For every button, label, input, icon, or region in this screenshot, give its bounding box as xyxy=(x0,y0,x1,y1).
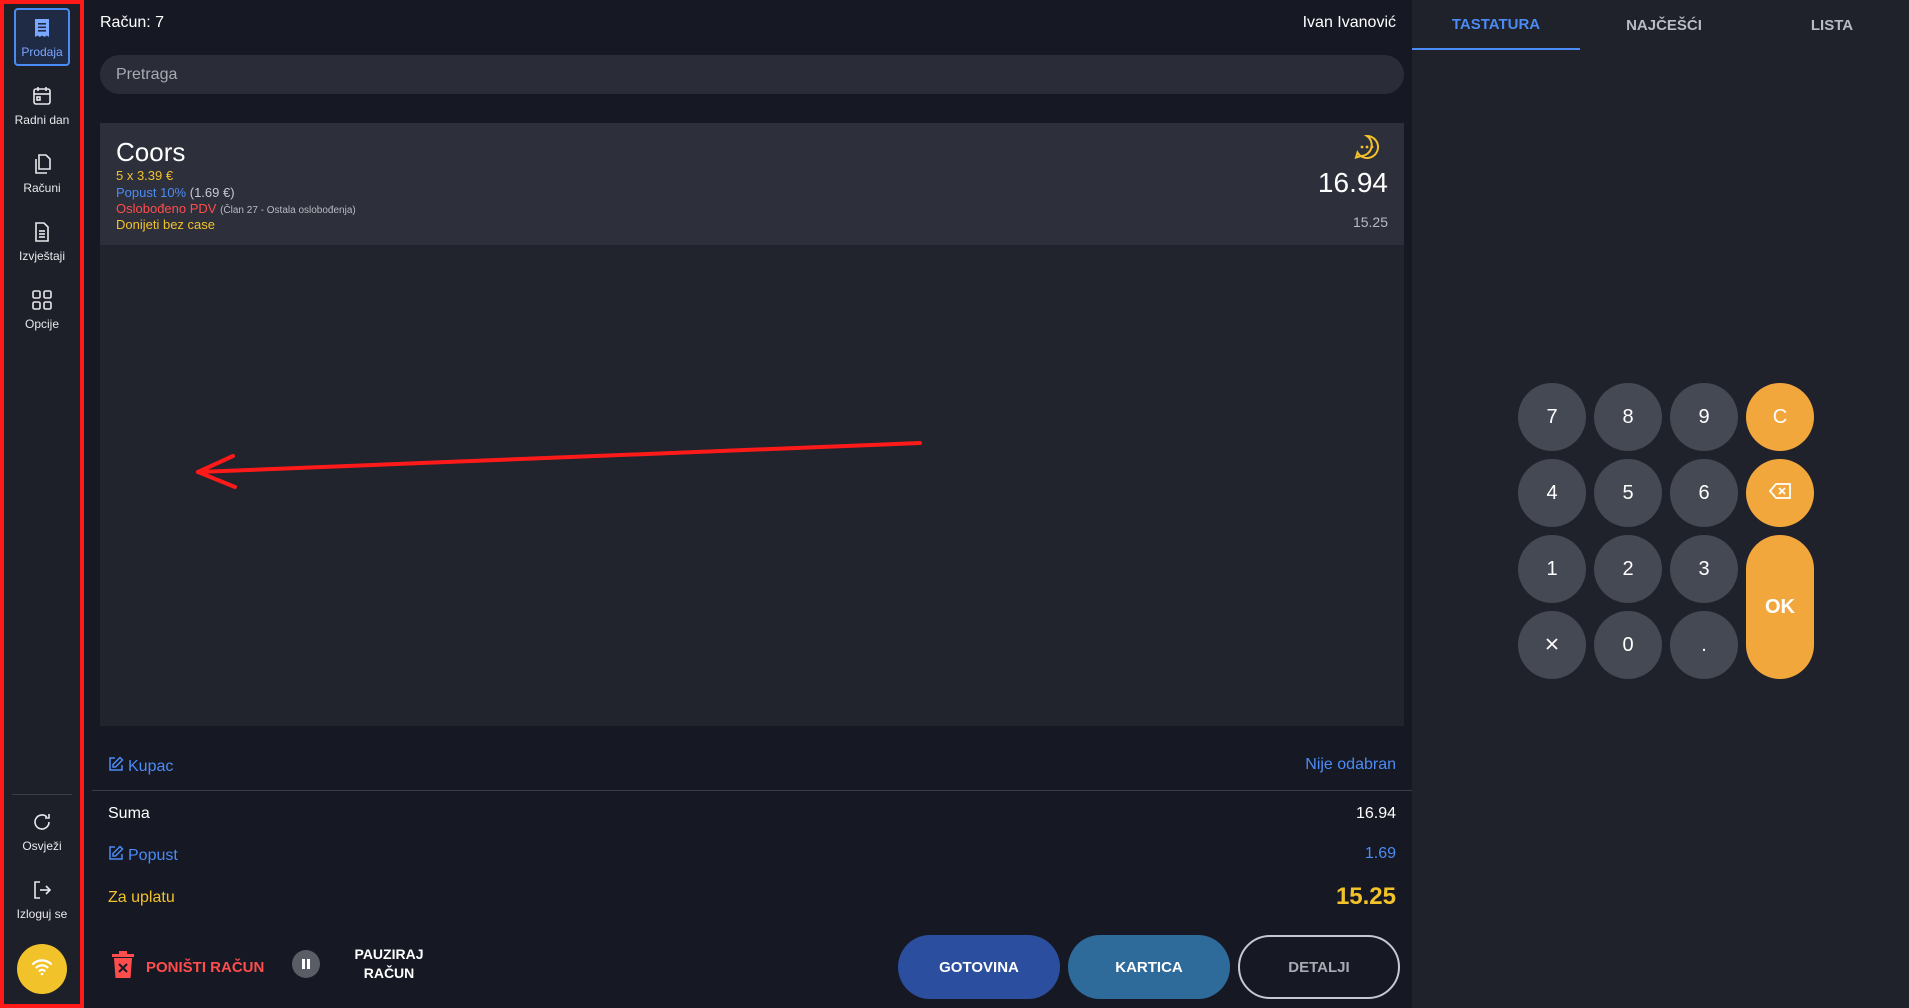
calendar-icon xyxy=(29,83,55,109)
nav-item-radni-dan[interactable]: Radni dan xyxy=(14,76,70,134)
nav-label: Osvježi xyxy=(22,839,62,853)
key-0[interactable]: 0 xyxy=(1594,611,1662,679)
nav-label: Opcije xyxy=(24,317,59,331)
nav-item-prodaja[interactable]: Prodaja xyxy=(14,8,70,66)
nav-item-osvjezi[interactable]: Osvježi xyxy=(14,802,70,860)
tab-najcesci[interactable]: NAJČEŠĆI xyxy=(1580,0,1748,50)
nav-label: Izloguj se xyxy=(16,907,68,921)
nav-label: Izvještaji xyxy=(18,249,65,263)
customer-label: Kupac xyxy=(128,757,174,775)
edit-icon xyxy=(108,845,124,866)
card-button[interactable]: KARTICA xyxy=(1068,935,1230,999)
amount-due-value: 15.25 xyxy=(1335,883,1396,910)
refresh-icon xyxy=(29,809,55,835)
right-panel: TASTATURA NAJČEŠĆI LISTA 7 8 9 C 4 5 6 1… xyxy=(1412,0,1909,1008)
logout-icon xyxy=(29,877,55,903)
trash-icon xyxy=(110,950,136,984)
sidebar-divider xyxy=(12,794,72,795)
main-area: Račun: 7 Ivan Ivanović Coors 5 x 3.39 € … xyxy=(92,0,1412,1008)
cash-button[interactable]: GOTOVINA xyxy=(898,935,1060,999)
cancel-receipt-label: PONIŠTI RAČUN xyxy=(146,958,265,976)
key-decimal[interactable]: . xyxy=(1670,611,1738,679)
key-backspace[interactable] xyxy=(1746,459,1814,527)
wifi-status-button[interactable] xyxy=(17,944,67,994)
nav-label: Radni dan xyxy=(14,113,70,127)
divider xyxy=(92,790,1412,791)
customer-button[interactable]: Kupac xyxy=(108,756,173,777)
nav-item-racuni[interactable]: Računi xyxy=(14,144,70,202)
annotation-arrow xyxy=(196,441,922,489)
key-multiply[interactable] xyxy=(1518,611,1586,679)
report-icon xyxy=(29,219,55,245)
discount-label: Popust xyxy=(128,846,178,864)
nav-item-izvjestaji[interactable]: Izvještaji xyxy=(14,212,70,270)
sidebar: Prodaja Radni dan Računi Izvještaji Opci… xyxy=(0,0,84,1008)
key-8[interactable]: 8 xyxy=(1594,383,1662,451)
nav-item-opcije[interactable]: Opcije xyxy=(14,280,70,338)
key-clear[interactable]: C xyxy=(1746,383,1814,451)
key-4[interactable]: 4 xyxy=(1518,459,1586,527)
key-6[interactable]: 6 xyxy=(1670,459,1738,527)
search-input[interactable] xyxy=(100,55,1404,94)
details-button[interactable]: DETALJI xyxy=(1238,935,1400,999)
nav-label: Računi xyxy=(23,181,61,195)
key-2[interactable]: 2 xyxy=(1594,535,1662,603)
key-9[interactable]: 9 xyxy=(1670,383,1738,451)
pause-receipt-button[interactable]: PAUZIRAJ RAČUN xyxy=(292,945,434,983)
user-name: Ivan Ivanović xyxy=(1302,14,1396,31)
discount-value: 1.69 xyxy=(1364,845,1396,862)
discount-button[interactable]: Popust xyxy=(108,845,178,866)
receipt-number: Račun: 7 xyxy=(100,14,165,31)
sum-value: 16.94 xyxy=(1355,805,1396,822)
receipt-icon xyxy=(29,15,55,41)
pause-line-2: RAČUN xyxy=(363,965,415,981)
nav-label: Prodaja xyxy=(21,45,63,59)
close-icon xyxy=(1545,634,1559,657)
tab-lista[interactable]: LISTA xyxy=(1748,0,1909,50)
tab-tastatura[interactable]: TASTATURA xyxy=(1412,0,1580,50)
key-ok[interactable]: OK xyxy=(1746,535,1814,679)
key-1[interactable]: 1 xyxy=(1518,535,1586,603)
key-5[interactable]: 5 xyxy=(1594,459,1662,527)
pause-icon xyxy=(292,950,320,978)
pause-receipt-label: PAUZIRAJ RAČUN xyxy=(344,945,434,983)
grid-icon xyxy=(29,287,55,313)
edit-icon xyxy=(108,756,124,777)
amount-due-label: Za uplatu xyxy=(108,889,175,906)
key-3[interactable]: 3 xyxy=(1670,535,1738,603)
sum-label: Suma xyxy=(108,805,150,822)
pause-line-1: PAUZIRAJ xyxy=(354,946,424,962)
items-list: Coors 5 x 3.39 € Popust 10% (1.69 €) Osl… xyxy=(100,123,1404,726)
customer-value[interactable]: Nije odabran xyxy=(1305,756,1396,774)
backspace-icon xyxy=(1768,482,1791,505)
documents-icon xyxy=(29,151,55,177)
key-7[interactable]: 7 xyxy=(1518,383,1586,451)
cancel-receipt-button[interactable]: PONIŠTI RAČUN xyxy=(110,950,264,984)
nav-item-izloguj[interactable]: Izloguj se xyxy=(14,870,70,928)
wifi-icon xyxy=(30,955,54,984)
